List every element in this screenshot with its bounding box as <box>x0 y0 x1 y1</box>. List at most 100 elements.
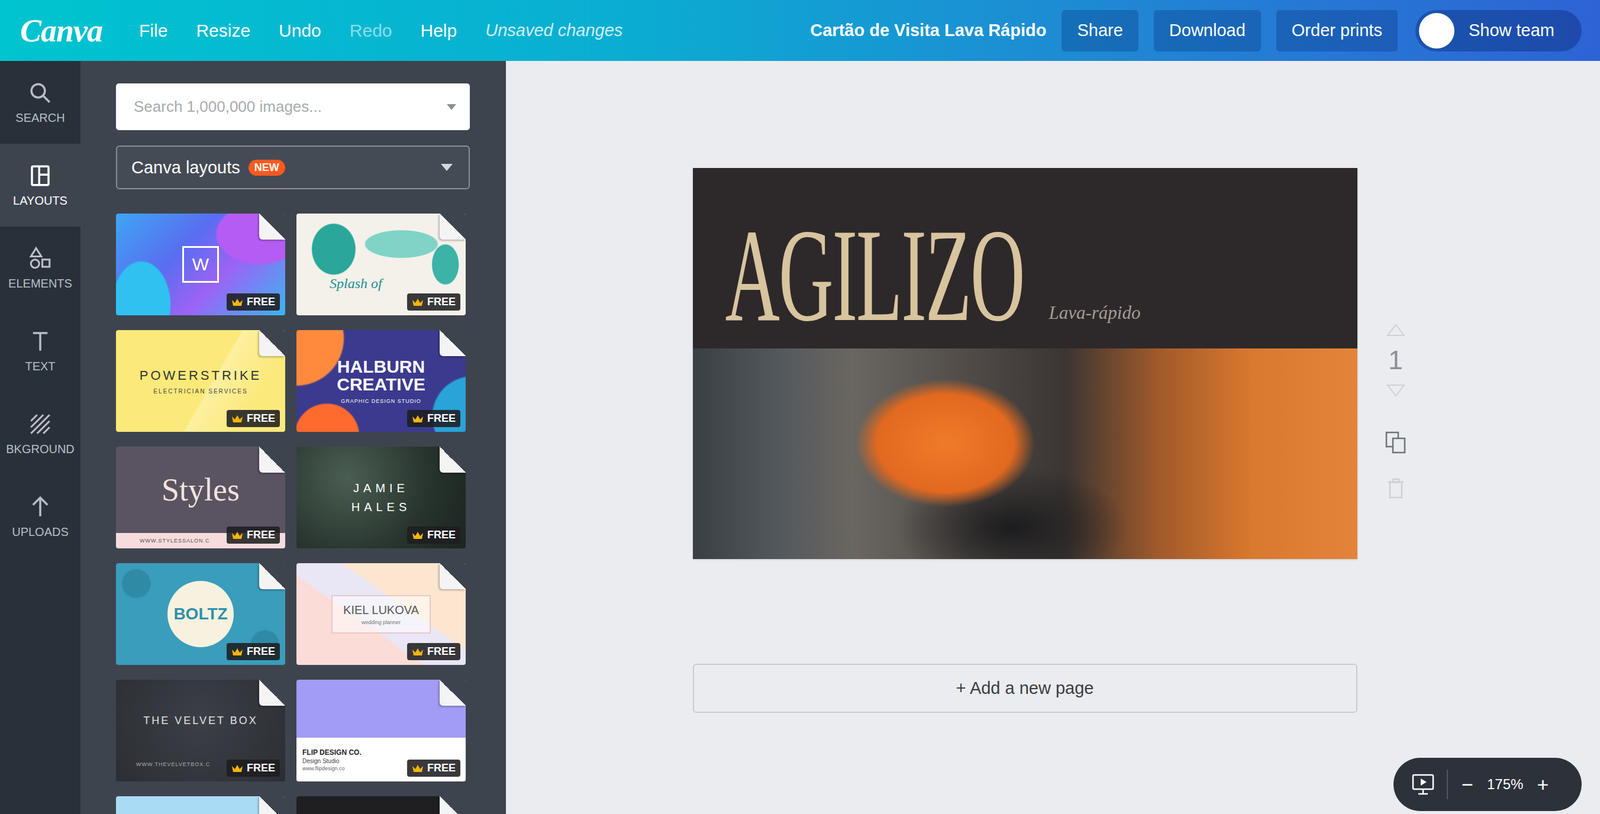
page-curl <box>439 213 466 240</box>
free-badge: FREE <box>407 410 461 428</box>
layout-text: HALBURN CREATIVE <box>321 357 441 394</box>
free-badge: FREE <box>226 759 280 777</box>
menu-item[interactable]: Help <box>420 20 458 41</box>
zoom-control: −175% + <box>1393 757 1582 812</box>
toggle-knob <box>1418 13 1455 49</box>
topbar-button[interactable]: Order prints <box>1276 10 1398 52</box>
layout-thumbnail[interactable]: JAMIE HALESFREE <box>296 446 466 549</box>
layout-text: www.flipdesign.co <box>302 765 345 772</box>
text-icon <box>27 328 53 354</box>
page-curl <box>439 563 466 590</box>
page-curl <box>259 213 286 240</box>
add-page-button[interactable]: + Add a new page <box>692 663 1358 714</box>
document-title[interactable]: Cartão de Visita Lava Rápido <box>810 20 1047 41</box>
page-curl <box>259 446 286 473</box>
layout-thumbnail[interactable]: THE VELVET BOXWWW.THEVELVETBOX.CFREE <box>115 679 286 782</box>
layout-thumbnail[interactable] <box>296 796 466 814</box>
design-page[interactable]: AGILIZO Lava-rápido <box>692 168 1358 560</box>
free-badge: FREE <box>226 293 280 311</box>
upload-icon <box>27 494 53 520</box>
present-button[interactable] <box>1411 773 1435 796</box>
page-curl <box>439 796 466 814</box>
layout-thumbnail[interactable]: HALBURN CREATIVEGRAPHIC DESIGN STUDIOFRE… <box>296 330 466 432</box>
search-icon <box>27 80 53 106</box>
rail-item[interactable]: SEARCH <box>0 60 81 144</box>
free-badge: FREE <box>226 410 280 428</box>
rail-label: ELEMENTS <box>8 276 73 291</box>
layout-thumbnail[interactable]: POWERSTRIKEELECTRICIAN SERVICESFREE <box>115 330 286 432</box>
crown-icon <box>231 647 244 657</box>
top-bar: Canva File Resize Undo Redo Help Unsaved chang… <box>0 0 1600 61</box>
page-curl <box>439 330 466 357</box>
page-curl <box>439 446 466 473</box>
page-controls: 1 <box>1378 168 1414 500</box>
layout-thumbnail[interactable]: StylesWWW.STYLESSALON.CFREE <box>115 446 286 549</box>
rail-item[interactable]: ELEMENTS <box>0 226 81 310</box>
badge-label: FREE <box>246 528 276 542</box>
editor-stage: AGILIZO Lava-rápido + Add a new page 1 <box>692 168 1414 714</box>
save-status: Unsaved changes <box>485 20 623 41</box>
rail-item[interactable]: BKGROUND <box>0 392 81 476</box>
rail-item[interactable]: LAYOUTS <box>0 143 81 227</box>
free-badge: FREE <box>407 643 461 661</box>
menu-item[interactable]: File <box>139 20 168 41</box>
badge-label: FREE <box>246 645 276 658</box>
rail-item[interactable]: UPLOADS <box>0 475 81 558</box>
free-badge: FREE <box>407 293 461 311</box>
layout-text: THE VELVET BOX <box>143 714 258 728</box>
badge-label: FREE <box>427 645 456 658</box>
crown-icon <box>231 530 244 541</box>
page-number: 1 <box>1388 345 1403 376</box>
rail-label: SEARCH <box>15 111 65 125</box>
layout-text: ELECTRICIAN SERVICES <box>153 388 248 395</box>
copy-icon <box>1384 430 1408 455</box>
menu-item[interactable]: Resize <box>195 20 251 41</box>
tagline-text[interactable]: Lava-rápido <box>1048 302 1141 324</box>
badge-label: FREE <box>246 295 276 309</box>
side-rail: SEARCH LAYOUTS ELEMENTS TEXT BKGROUND UPLOADS <box>0 60 81 814</box>
crown-icon <box>231 763 244 774</box>
crown-icon <box>411 647 424 657</box>
show-team-toggle[interactable]: Show team <box>1415 10 1582 52</box>
badge-label: FREE <box>246 762 276 775</box>
layout-thumbnail[interactable]: KIEL LUKOVAwedding plannerFREE <box>296 563 466 666</box>
layout-thumbnail[interactable] <box>115 796 286 814</box>
zoom-level: 175% <box>1486 776 1524 793</box>
dropdown-arrow-icon <box>446 103 457 111</box>
rail-label: TEXT <box>24 359 56 374</box>
brand-text[interactable]: AGILIZO <box>725 205 1025 345</box>
layout-thumbnail[interactable]: FLIP DESIGN CO.Design Studiowww.flipdesi… <box>296 679 466 782</box>
badge-label: FREE <box>427 295 456 309</box>
divider <box>1446 769 1448 800</box>
action-buttons: Share Download Order prints <box>1061 10 1398 52</box>
canva-logo[interactable]: Canva <box>20 12 103 50</box>
crown-icon <box>411 414 424 424</box>
layout-text: Styles <box>161 471 240 509</box>
topbar-button[interactable]: Share <box>1061 10 1138 52</box>
header-area: AGILIZO Lava-rápido <box>692 168 1358 349</box>
crown-icon <box>411 530 424 541</box>
layout-source-dropdown[interactable]: Canva layoutsNEW <box>115 145 470 190</box>
rail-label: UPLOADS <box>11 525 69 540</box>
editor-body: SEARCH LAYOUTS ELEMENTS TEXT BKGROUND UPLOADS… <box>0 60 1600 814</box>
free-badge: FREE <box>226 526 280 544</box>
zoom-out-button[interactable]: − <box>1459 773 1476 797</box>
menu-item[interactable]: Undo <box>278 20 322 41</box>
layout-thumbnail[interactable]: WFREE <box>115 213 286 316</box>
layout-text: wedding planner <box>361 619 401 626</box>
menu-item: Redo <box>349 20 393 41</box>
layout-thumbnail[interactable]: BOLTZFREE <box>115 563 286 666</box>
zoom-in-button[interactable]: + <box>1534 773 1551 797</box>
layouts-panel: Canva layoutsNEWWFREESplash ofFREEPOWERS… <box>80 60 506 814</box>
arrow-down-button <box>1385 383 1406 398</box>
layout-thumbnail[interactable]: Splash ofFREE <box>296 213 466 316</box>
crown-icon <box>411 763 424 774</box>
toggle-label: Show team <box>1468 20 1555 41</box>
layouts-icon <box>27 163 53 189</box>
search-input[interactable] <box>132 97 441 117</box>
rail-item[interactable]: TEXT <box>0 309 81 393</box>
background-icon <box>27 411 53 437</box>
photo[interactable] <box>692 348 1358 560</box>
duplicate-button[interactable] <box>1384 430 1408 455</box>
topbar-button[interactable]: Download <box>1153 10 1261 52</box>
